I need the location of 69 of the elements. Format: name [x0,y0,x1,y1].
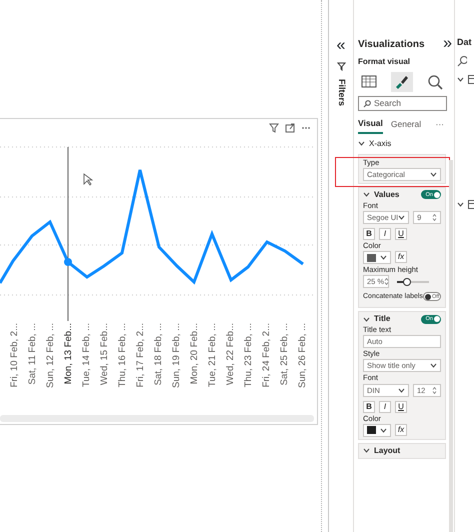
filter-icon[interactable] [269,123,279,133]
pane-title: Filters [336,79,348,106]
scrollbar[interactable] [449,160,453,532]
chevron-icon[interactable] [457,200,464,208]
slider-track[interactable] [397,280,429,283]
pane-title: Dat [457,36,473,49]
axis-label: Sun, 26 Feb, ... [296,323,309,388]
bold-button[interactable]: B [363,400,375,413]
spinner-icon[interactable] [384,277,390,286]
fx-button[interactable]: fx [395,424,407,436]
pane-title: Visualizations [358,38,425,52]
magnifier-icon [426,73,444,91]
italic-button[interactable]: I [379,228,391,240]
axis-label: Fri, 17 Feb, 2... [134,323,147,388]
search-icon [363,100,371,108]
chevron-icon[interactable] [380,426,387,434]
view-tab[interactable] [391,72,413,92]
axis-label: Mon, 13 Feb... [62,323,75,384]
card-title: Layout [374,446,400,456]
table-icon [468,74,474,84]
fx-button[interactable]: fx [395,251,407,264]
filter-icon [336,62,346,71]
color-picker[interactable] [363,251,391,264]
chevron-icon[interactable] [430,171,437,178]
expand-button[interactable]: » [443,36,452,52]
axis-label: Thu, 16 Feb, ... [116,323,129,388]
card-title: Title [374,314,390,324]
card-title: Values [374,190,400,200]
axis-label: Wed, 22 Feb... [224,323,237,386]
chevron-icon[interactable] [457,76,464,82]
underline-button[interactable]: U [395,228,407,240]
chevron-icon[interactable] [363,191,370,198]
axis-label: Tue, 21 Feb, ... [206,323,219,388]
table-icon [468,200,474,208]
search-field[interactable]: Search [358,96,447,111]
tab[interactable]: General [390,116,422,133]
color-picker[interactable] [363,424,391,437]
axis-label: Sun, 12 Feb, ... [44,323,57,388]
axis-label: Wed, 15 Feb... [98,323,111,386]
chevron-icon[interactable] [363,316,370,323]
chevron-icon[interactable] [358,140,365,148]
italic-button[interactable]: I [379,400,391,413]
collapse-button[interactable]: « [336,38,346,54]
chevron-icon[interactable] [398,386,405,394]
axis-label: Sat, 25 Feb, ... [278,323,291,386]
cursor-icon [84,173,94,186]
focus-mode-icon[interactable] [285,123,295,133]
subtitle: Format visual [358,56,412,68]
axis-label: Thu, 23 Feb, ... [242,323,255,388]
search-icon [457,54,467,68]
axis-label: Mon, 20 Feb... [188,323,201,384]
spinner-icon[interactable] [432,212,437,222]
chevron-icon[interactable] [398,214,406,221]
slider-thumb[interactable] [402,278,411,286]
axis-label: Tue, 14 Feb, ... [80,323,93,388]
more-button[interactable]: ··· [436,116,444,133]
axis-label: Fri, 24 Feb, 2... [260,323,273,388]
chevron-icon[interactable] [363,447,370,454]
underline-button[interactable]: U [395,400,407,413]
spinner-icon[interactable] [432,386,437,395]
axis-label: Sun, 19 Feb, ... [170,323,183,388]
axis-label: Sat, 18 Feb, ... [152,323,165,386]
section-title: X-axis [369,138,392,150]
axis-label: Fri, 10 Feb, 2... [8,323,21,388]
tab[interactable]: Visual [358,115,383,134]
chevron-icon[interactable] [430,362,437,370]
bold-button[interactable]: B [363,228,375,240]
axis-label: Sat, 11 Feb, ... [26,323,39,385]
chevron-icon[interactable] [380,254,387,262]
